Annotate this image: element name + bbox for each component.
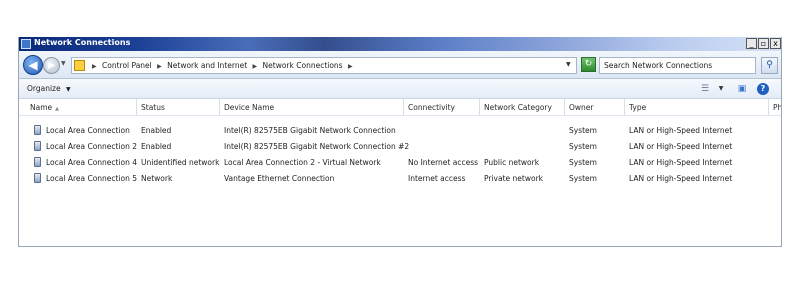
device-name: Intel(R) 82575EB Gigabit Network Connect… [224,142,410,151]
column-header-network-category[interactable]: Network Category [480,99,565,116]
control-panel-icon [74,60,85,71]
sort-ascending-icon: ▲ [55,106,59,112]
organize-label: Organize [27,84,61,93]
network-adapter-icon [34,125,41,135]
chevron-right-icon[interactable]: ▶ [253,63,258,70]
connection-type: LAN or High-Speed Internet [629,174,733,183]
network-adapter-icon [34,141,41,151]
maximize-button[interactable]: ▫ [758,38,769,49]
close-button[interactable]: x [770,38,781,49]
help-icon[interactable]: ? [757,83,769,95]
search-input[interactable]: Search Network Connections [599,57,756,74]
connectivity: Internet access [408,174,466,183]
title-bar[interactable]: Network Connections _ ▫ x [19,37,781,51]
table-row[interactable]: Local Area Connection 4 Unidentified net… [19,155,781,171]
window-title: Network Connections [34,38,131,47]
column-header-owner[interactable]: Owner [565,99,625,116]
network-connections-icon [21,39,31,49]
address-bar-area: ◀ ▶ ▼ ▶ Control Panel ▶ Network and Inte… [19,51,781,79]
connectivity: No Internet access [408,158,479,167]
recent-pages-dropdown-icon[interactable]: ▼ [61,60,66,67]
address-bar[interactable]: ▶ Control Panel ▶ Network and Internet ▶… [71,57,577,74]
breadcrumb-network-and-internet[interactable]: Network and Internet [167,61,247,70]
owner: System [569,174,597,183]
chevron-right-icon[interactable]: ▶ [92,63,97,70]
column-header-device-name[interactable]: Device Name [220,99,404,116]
back-arrow-icon[interactable]: ◀ [23,55,43,75]
connection-status: Unidentified network [141,158,220,167]
column-header-connectivity[interactable]: Connectivity [404,99,480,116]
device-name: Local Area Connection 2 - Virtual Networ… [224,158,381,167]
breadcrumb-network-connections[interactable]: Network Connections [263,61,343,70]
column-header: Name ▲ Status Device Name Connectivity Ne… [19,99,781,116]
owner: System [569,158,597,167]
connection-name: Local Area Connection [46,126,130,135]
device-name: Intel(R) 82575EB Gigabit Network Connect… [224,126,396,135]
connection-type: LAN or High-Speed Internet [629,126,733,135]
table-row[interactable]: Local Area Connection 5 Network Vantage … [19,171,781,187]
connection-status: Network [141,174,173,183]
owner: System [569,126,597,135]
device-name: Vantage Ethernet Connection [224,174,335,183]
column-label-name: Name [30,103,53,112]
network-adapter-icon [34,157,41,167]
views-icon[interactable]: ☰ [699,83,711,95]
column-header-type[interactable]: Type [625,99,769,116]
column-header-name[interactable]: Name ▲ [19,99,137,116]
connection-status: Enabled [141,142,172,151]
chevron-right-icon[interactable]: ▶ [348,63,353,70]
network-category: Private network [484,174,543,183]
command-bar: Organize ▼ ☰ ▼ ▣ ? [19,79,781,99]
connection-name: Local Area Connection 4 [46,158,138,167]
column-header-status[interactable]: Status [137,99,220,116]
organize-button[interactable]: Organize ▼ [27,84,71,93]
connection-name: Local Area Connection 5 [46,174,138,183]
breadcrumb-control-panel[interactable]: Control Panel [102,61,152,70]
refresh-icon[interactable]: ↻ [581,57,596,72]
connection-status: Enabled [141,126,172,135]
owner: System [569,142,597,151]
connection-type: LAN or High-Speed Internet [629,158,733,167]
preview-pane-icon[interactable]: ▣ [736,83,748,95]
network-adapter-icon [34,173,41,183]
table-row[interactable]: Local Area Connection Enabled Intel(R) 8… [19,123,781,139]
connection-type: LAN or High-Speed Internet [629,142,733,151]
chevron-down-icon: ▼ [66,86,71,93]
network-category: Public network [484,158,540,167]
network-connections-window: Network Connections _ ▫ x ◀ ▶ ▼ ▶ Contro… [18,37,782,247]
table-row[interactable]: Local Area Connection 2 Enabled Intel(R)… [19,139,781,155]
search-icon[interactable]: ⚲ [761,57,778,74]
column-header-phone[interactable]: Ph [769,99,781,116]
address-dropdown-icon[interactable]: ▼ [566,61,571,68]
minimize-button[interactable]: _ [746,38,757,49]
breadcrumb: ▶ Control Panel ▶ Network and Internet ▶… [89,61,356,70]
views-dropdown-icon[interactable]: ▼ [715,83,727,95]
connection-name: Local Area Connection 2 [46,142,138,151]
forward-arrow-icon[interactable]: ▶ [43,57,60,74]
chevron-right-icon[interactable]: ▶ [157,63,162,70]
